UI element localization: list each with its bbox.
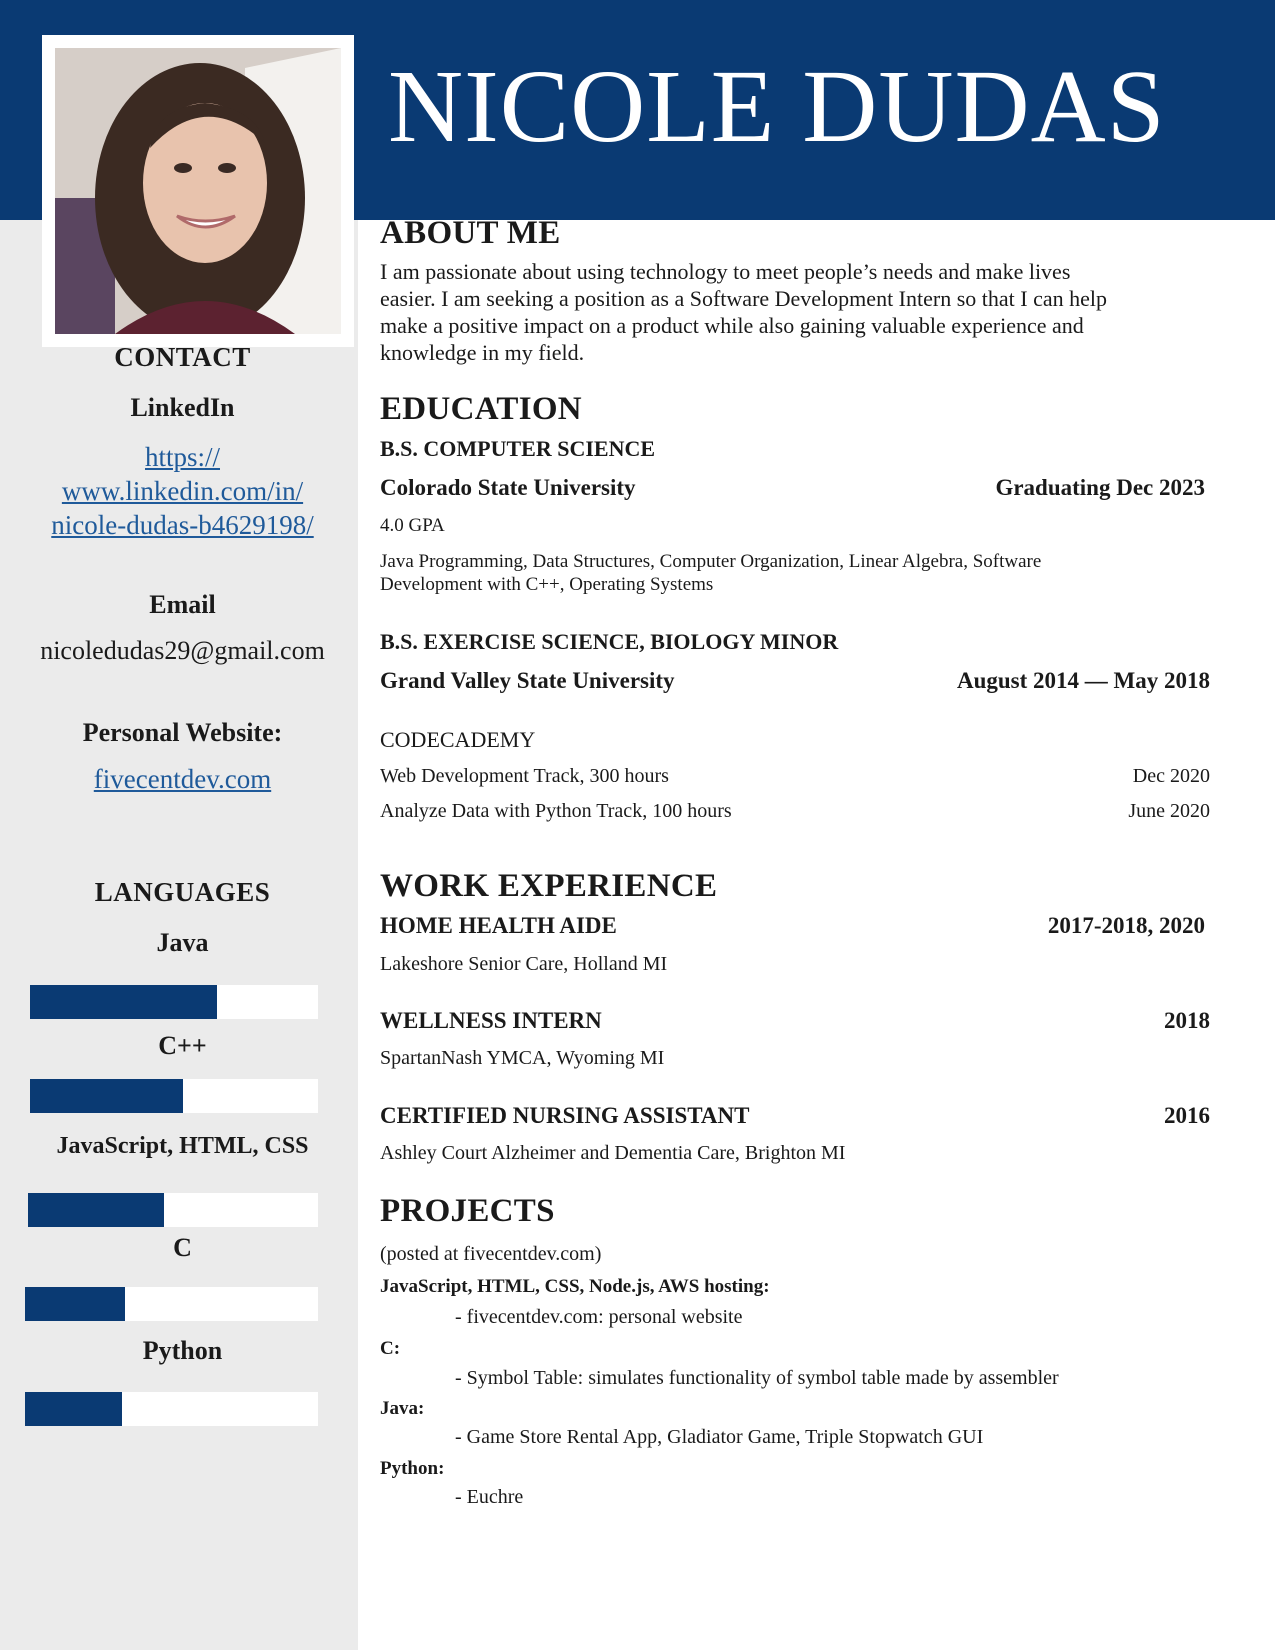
job-place: Ashley Court Alzheimer and Dementia Care…: [380, 1142, 846, 1164]
project-group-label: C:: [380, 1338, 401, 1359]
section-heading: WORK EXPERIENCE: [380, 868, 718, 904]
about-line: I am passionate about using technology t…: [380, 259, 1071, 284]
job-place: Lakeshore Senior Care, Holland MI: [380, 953, 668, 975]
contact-heading: CONTACT: [114, 342, 251, 372]
language-bar: [30, 985, 318, 1019]
degree-date: August 2014 — May 2018: [956, 668, 1210, 693]
section-heading: PROJECTS: [380, 1193, 555, 1229]
linkedin-link-line[interactable]: nicole-dudas-b4629198/: [0, 508, 365, 542]
project-group-label: Python:: [380, 1458, 445, 1479]
language-bar: [25, 1392, 318, 1426]
job-title: WELLNESS INTERN: [380, 1008, 602, 1033]
gpa: 4.0 GPA: [380, 515, 445, 536]
section-heading: ABOUT ME: [380, 215, 561, 251]
project-item: - Symbol Table: simulates functionality …: [455, 1367, 1059, 1389]
language-bar: [30, 1079, 318, 1113]
codecademy-row: Web Development Track, 300 hours Dec 202…: [380, 765, 1210, 788]
language-bar: [25, 1287, 318, 1321]
coursework-line: Java Programming, Data Structures, Compu…: [380, 551, 1042, 572]
linkedin-link-line[interactable]: www.linkedin.com/in/: [0, 474, 365, 508]
section-heading: EDUCATION: [380, 391, 582, 427]
project-item: - Euchre: [455, 1486, 524, 1508]
linkedin-link-line[interactable]: https://: [0, 440, 365, 474]
school-name: Grand Valley State University: [380, 668, 675, 693]
language-bar-fill: [30, 1079, 183, 1113]
language-name: C++: [158, 1031, 207, 1060]
about-line: easier. I am seeking a position as a Sof…: [380, 286, 1107, 311]
coursework: Java Programming, Data Structures, Compu…: [380, 550, 1210, 596]
codecademy-title: CODECADEMY: [380, 727, 536, 752]
language-name: Java: [156, 928, 209, 957]
project-group-label: Java:: [380, 1398, 425, 1419]
about-section: ABOUT ME I am passionate about using tec…: [380, 215, 1210, 366]
course-date: June 2020: [1128, 800, 1210, 822]
project-group-label: JavaScript, HTML, CSS, Node.js, AWS host…: [380, 1276, 770, 1297]
about-text: I am passionate about using technology t…: [380, 258, 1210, 366]
degree-title: B.S. EXERCISE SCIENCE, BIOLOGY MINOR: [380, 629, 839, 654]
language-name: JavaScript, HTML, CSS: [56, 1133, 309, 1159]
job-place: SpartanNash YMCA, Wyoming MI: [380, 1047, 665, 1069]
degree-school-row: Colorado State University Graduating Dec…: [380, 475, 1210, 501]
email-label: Email: [149, 590, 216, 619]
about-line: make a positive impact on a product whil…: [380, 313, 1084, 338]
degree-title: B.S. COMPUTER SCIENCE: [380, 436, 656, 461]
language-name: Python: [142, 1336, 223, 1365]
job-date: 2017-2018, 2020: [1047, 913, 1205, 938]
course-name: Analyze Data with Python Track, 100 hour…: [380, 800, 732, 822]
resume-name: NICOLE DUDAS: [388, 49, 1166, 164]
project-item: - fivecentdev.com: personal website: [455, 1306, 743, 1328]
job-date: 2016: [1164, 1103, 1210, 1128]
language-bar-fill: [25, 1287, 125, 1321]
coursework-line: Development with C++, Operating Systems: [380, 574, 714, 595]
course-date: Dec 2020: [1132, 765, 1210, 787]
linkedin-label: LinkedIn: [130, 393, 235, 422]
website-link[interactable]: fivecentdev.com: [0, 762, 365, 796]
job-row: HOME HEALTH AIDE 2017-2018, 2020: [380, 913, 1210, 939]
course-name: Web Development Track, 300 hours: [380, 765, 669, 787]
profile-photo-frame: [42, 35, 354, 347]
languages-heading: LANGUAGES: [94, 877, 271, 907]
language-bar-fill: [30, 985, 218, 1019]
job-row: CERTIFIED NURSING ASSISTANT 2016: [380, 1103, 1210, 1129]
language-bar-fill: [25, 1392, 122, 1426]
website-label: Personal Website:: [82, 718, 283, 747]
job-date: 2018: [1164, 1008, 1210, 1033]
job-title: CERTIFIED NURSING ASSISTANT: [380, 1103, 750, 1128]
language-bar: [28, 1193, 318, 1227]
job-row: WELLNESS INTERN 2018: [380, 1008, 1210, 1034]
school-name: Colorado State University: [380, 475, 636, 500]
linkedin-link[interactable]: https:// www.linkedin.com/in/ nicole-dud…: [0, 440, 365, 542]
about-line: knowledge in my field.: [380, 340, 585, 365]
degree-date: Graduating Dec 2023: [995, 475, 1205, 500]
language-name: C: [173, 1233, 192, 1262]
language-bar-fill: [28, 1193, 165, 1227]
profile-photo: [55, 48, 341, 334]
projects-note: (posted at fivecentdev.com): [380, 1243, 602, 1265]
email-address: nicoledudas29@gmail.com: [40, 636, 325, 665]
project-item: - Game Store Rental App, Gladiator Game,…: [455, 1426, 984, 1448]
degree-school-row: Grand Valley State University August 201…: [380, 668, 1210, 694]
codecademy-row: Analyze Data with Python Track, 100 hour…: [380, 800, 1210, 823]
job-title: HOME HEALTH AIDE: [380, 913, 617, 938]
